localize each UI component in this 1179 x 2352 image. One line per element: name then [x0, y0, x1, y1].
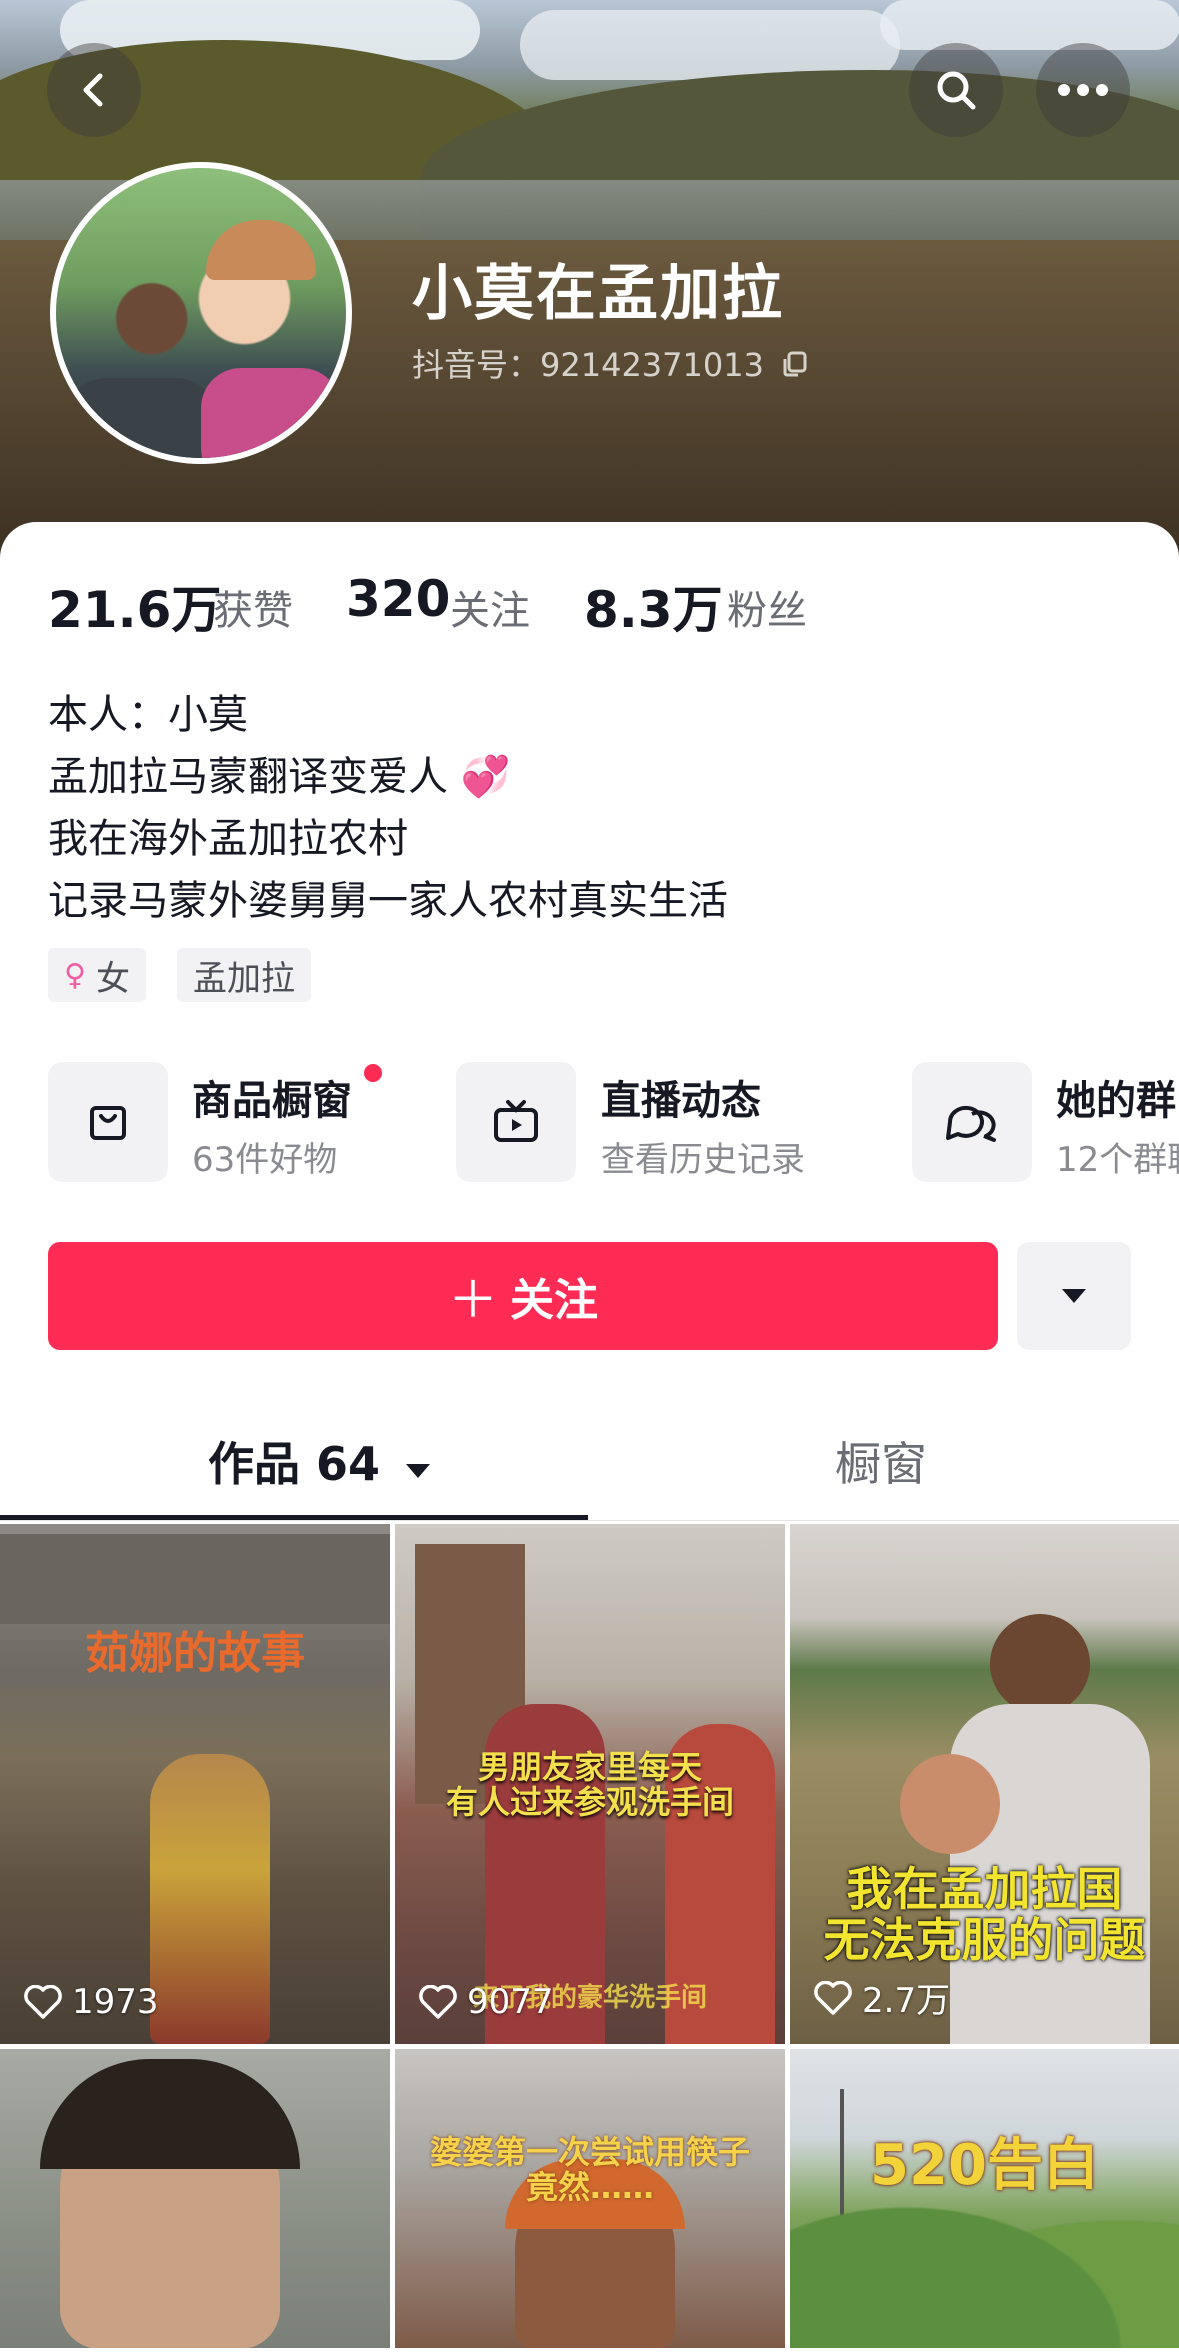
- video-caption: 婆婆第一次尝试用筷子 竟然……: [429, 2133, 750, 2207]
- search-button[interactable]: [909, 43, 1003, 137]
- shop-window-title[interactable]: 商品橱窗: [192, 1068, 352, 1126]
- video-caption: 茹娜的故事: [85, 1628, 305, 1679]
- video-likes: 2.7万: [814, 1973, 950, 2022]
- caret-down-icon: [406, 1464, 431, 1478]
- caret-down-icon: [1062, 1289, 1086, 1303]
- group-chat-subtitle[interactable]: 12个群聊: [1056, 1132, 1179, 1181]
- shop-window-entry-icon[interactable]: [48, 1062, 168, 1182]
- group-chat-title[interactable]: 她的群: [1056, 1068, 1176, 1126]
- douyin-id-text: 抖音号：92142371013: [412, 346, 764, 384]
- live-history-title[interactable]: 直播动态: [601, 1068, 761, 1126]
- followers-label[interactable]: 粉丝: [727, 578, 807, 636]
- shopping-bag-icon: [90, 1106, 126, 1140]
- tab-works-label: 作品 64: [208, 1437, 381, 1491]
- likes-label: 获赞: [213, 588, 293, 634]
- bio-line: 记录马蒙外婆舅舅一家人农村真实生活: [48, 878, 728, 924]
- avatar[interactable]: [50, 162, 352, 464]
- video-likes-count: 9077: [467, 1982, 554, 2022]
- video-likes: 9077: [419, 1982, 554, 2022]
- heart-outline-icon: [419, 1985, 457, 2019]
- video-caption: 520告白: [870, 2133, 1099, 2198]
- bio-line: 本人：小莫: [48, 692, 248, 738]
- video-likes-count: 2.7万: [862, 1981, 951, 2021]
- female-icon: ♀: [64, 957, 86, 993]
- live-history-subtitle[interactable]: 查看历史记录: [601, 1132, 805, 1181]
- back-button[interactable]: [47, 43, 141, 137]
- copy-icon[interactable]: [780, 349, 810, 379]
- follow-button[interactable]: ＋ 关注: [48, 1242, 998, 1350]
- live-history-entry-icon[interactable]: [456, 1062, 576, 1182]
- following-count[interactable]: 320: [346, 570, 450, 628]
- video-thumbnail[interactable]: 男朋友家里每天 有人过来参观洗手间 来了我的豪华洗手间 9077: [395, 1524, 785, 2044]
- tv-icon: [494, 1100, 538, 1142]
- plus-icon: ＋: [448, 1272, 498, 1328]
- tab-divider: [0, 1520, 1179, 1521]
- video-thumbnail[interactable]: 婆婆第一次尝试用筷子 竟然……: [395, 2049, 785, 2348]
- video-caption: 我在孟加拉国 无法克服的问题: [823, 1862, 1146, 1967]
- gender-tag: ♀ 女: [48, 948, 146, 1002]
- heart-outline-icon: [814, 1980, 852, 2015]
- video-thumbnail[interactable]: [0, 2049, 390, 2348]
- ellipsis-icon: [1058, 84, 1108, 96]
- douyin-id[interactable]: 抖音号：92142371013: [412, 340, 810, 386]
- video-thumbnail[interactable]: 我在孟加拉国 无法克服的问题 2.7万: [790, 1524, 1179, 2044]
- group-chat-entry-icon[interactable]: [912, 1062, 1032, 1182]
- bio-line: 我在海外孟加拉农村: [48, 816, 408, 862]
- likes-count: 21.6万: [48, 581, 222, 639]
- tab-active-indicator: [0, 1515, 588, 1520]
- search-icon: [937, 71, 976, 110]
- sparkling-heart-icon: 💞: [460, 754, 511, 800]
- video-caption: 男朋友家里每天 有人过来参观洗手间: [445, 1748, 734, 1822]
- more-options-button[interactable]: [1036, 43, 1130, 137]
- chat-bubbles-icon: [946, 1105, 996, 1142]
- heart-outline-icon: [24, 1985, 62, 2019]
- notification-dot: [364, 1064, 382, 1082]
- video-likes: 1973: [24, 1982, 159, 2022]
- follow-button-label: 关注: [510, 1276, 598, 1325]
- video-thumbnail[interactable]: 520告白: [790, 2049, 1179, 2348]
- shop-window-subtitle[interactable]: 63件好物: [192, 1132, 337, 1181]
- profile-name: 小莫在孟加拉: [412, 259, 784, 329]
- tab-works[interactable]: 作品 64: [208, 1428, 432, 1494]
- video-likes-count: 1973: [72, 1982, 159, 2022]
- following-label[interactable]: 关注: [450, 578, 530, 636]
- gender-tag-label: 女: [95, 958, 130, 999]
- bio-line-text: 孟加拉马蒙翻译变爱人: [48, 754, 448, 800]
- back-arrow-icon: [83, 73, 103, 107]
- followers-count[interactable]: 8.3万: [584, 570, 723, 642]
- follow-dropdown-button[interactable]: [1017, 1242, 1131, 1350]
- location-tag: 孟加拉: [177, 948, 311, 1002]
- tab-shop-window[interactable]: 橱窗: [835, 1428, 927, 1494]
- bio-line-with-heart: 孟加拉马蒙翻译变爱人 💞: [48, 744, 511, 802]
- video-thumbnail[interactable]: 茹娜的故事 1973: [0, 1524, 390, 2044]
